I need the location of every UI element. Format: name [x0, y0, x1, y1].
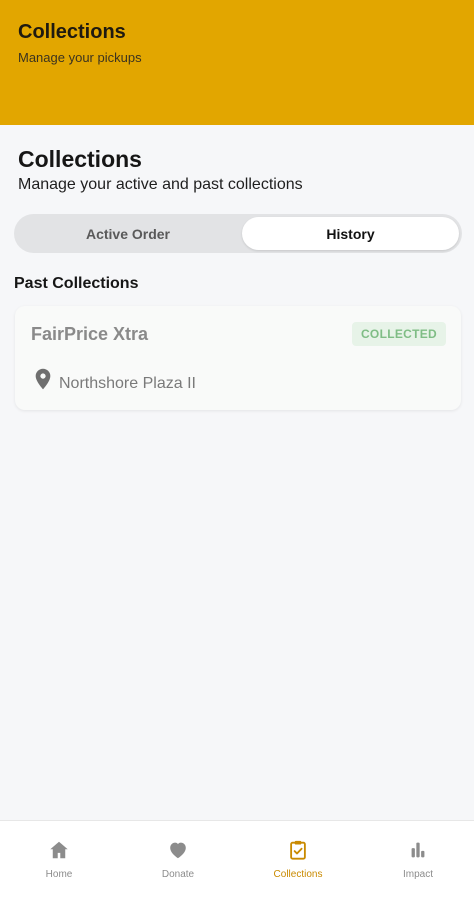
nav-label-impact: Impact: [402, 869, 433, 880]
page-title: Collections: [18, 146, 142, 172]
clipboard-check-icon: [290, 840, 306, 860]
bottom-nav: Home Donate Collections Impact: [0, 820, 474, 907]
heart-icon: [170, 842, 186, 859]
collection-card[interactable]: FairPrice Xtra COLLECTED Northshore Plaz…: [15, 306, 461, 410]
tab-active-order[interactable]: Active Order: [17, 217, 239, 250]
nav-label-collections: Collections: [273, 869, 323, 880]
home-icon: [50, 841, 68, 859]
header-subtitle: Manage your pickups: [18, 50, 142, 65]
status-badge: COLLECTED: [351, 322, 446, 346]
nav-label-home: Home: [45, 869, 73, 880]
location-text: Northshore Plaza II: [59, 375, 196, 392]
nav-label-donate: Donate: [161, 869, 195, 880]
section-title-past-collections: Past Collections: [14, 275, 139, 292]
order-segmented-control: Active Order History: [14, 214, 462, 253]
nav-item-home[interactable]: Home: [0, 821, 118, 891]
nav-item-collections[interactable]: Collections: [239, 821, 357, 891]
app: Collections Manage your pickups Collecti…: [0, 0, 474, 907]
map-pin-icon: [35, 368, 51, 390]
bar-chart-icon: [411, 842, 425, 858]
app-header: Collections Manage your pickups: [0, 0, 474, 125]
nav-item-impact[interactable]: Impact: [359, 821, 474, 891]
nav-item-donate[interactable]: Donate: [119, 821, 237, 891]
header-title: Collections: [18, 21, 126, 43]
store-name: FairPrice Xtra: [31, 324, 149, 344]
tab-history[interactable]: History: [242, 217, 459, 250]
page-subtitle: Manage your active and past collections: [18, 176, 303, 193]
